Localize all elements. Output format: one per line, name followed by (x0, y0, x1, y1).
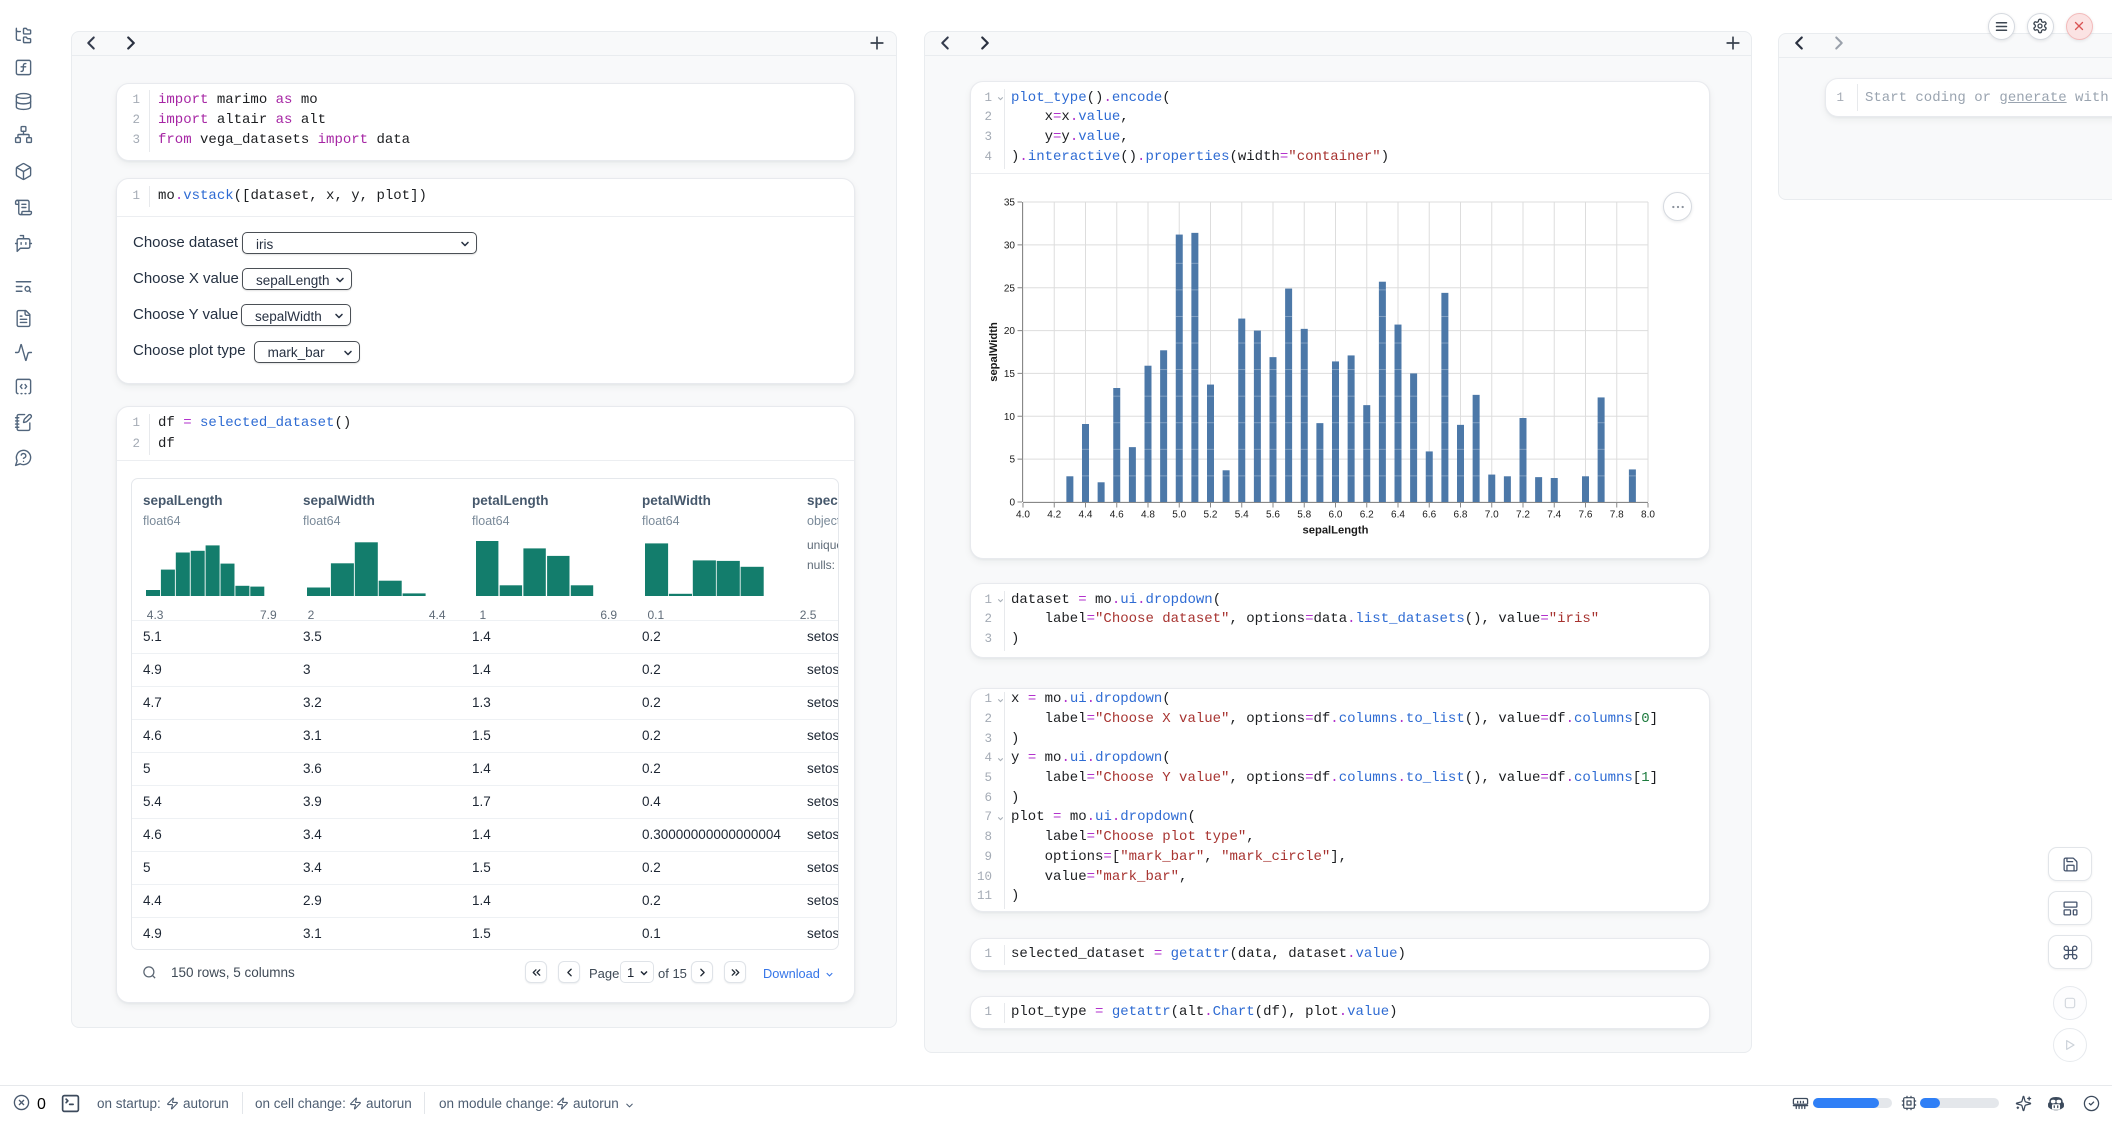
svg-text:35: 35 (1004, 198, 1016, 209)
svg-text:0: 0 (1009, 498, 1015, 509)
svg-text:7.2: 7.2 (1516, 510, 1530, 521)
svg-text:4.0: 4.0 (1016, 510, 1030, 521)
svg-text:5: 5 (1009, 455, 1015, 466)
svg-text:6.2: 6.2 (1360, 510, 1374, 521)
svg-text:5.2: 5.2 (1204, 510, 1218, 521)
svg-text:7.0: 7.0 (1485, 510, 1499, 521)
svg-text:sepalWidth: sepalWidth (988, 322, 1000, 382)
svg-text:4.6: 4.6 (1110, 510, 1124, 521)
svg-text:7.8: 7.8 (1610, 510, 1624, 521)
svg-text:5.4: 5.4 (1235, 510, 1249, 521)
svg-text:20: 20 (1004, 326, 1016, 337)
svg-text:25: 25 (1004, 283, 1016, 294)
svg-text:4.8: 4.8 (1141, 510, 1155, 521)
svg-text:7.4: 7.4 (1547, 510, 1561, 521)
svg-text:4.2: 4.2 (1047, 510, 1061, 521)
svg-text:10: 10 (1004, 412, 1016, 423)
svg-text:5.8: 5.8 (1297, 510, 1311, 521)
svg-text:6.8: 6.8 (1454, 510, 1468, 521)
svg-text:5.0: 5.0 (1172, 510, 1186, 521)
svg-text:6.0: 6.0 (1329, 510, 1343, 521)
svg-text:sepalLength: sepalLength (1303, 525, 1369, 537)
svg-text:15: 15 (1004, 369, 1016, 380)
svg-text:30: 30 (1004, 240, 1016, 251)
svg-text:8.0: 8.0 (1641, 510, 1655, 521)
svg-text:4.4: 4.4 (1079, 510, 1093, 521)
svg-text:6.4: 6.4 (1391, 510, 1405, 521)
svg-text:7.6: 7.6 (1579, 510, 1593, 521)
svg-text:6.6: 6.6 (1422, 510, 1436, 521)
svg-text:5.6: 5.6 (1266, 510, 1280, 521)
